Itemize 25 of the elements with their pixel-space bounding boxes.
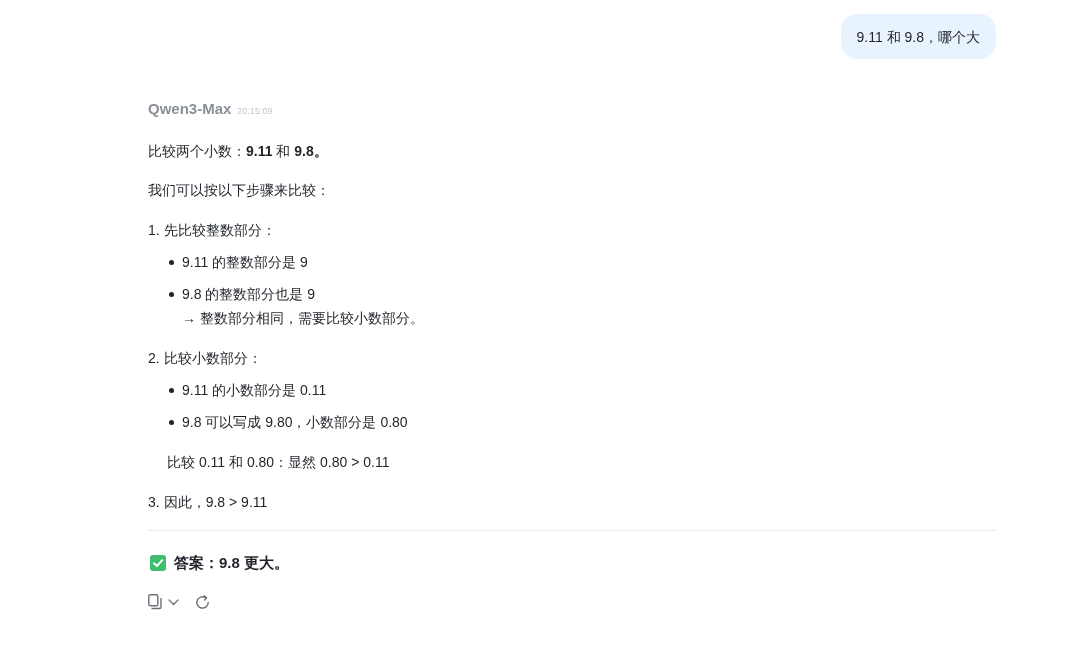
timestamp: 20:15:09 — [237, 105, 273, 118]
paragraph: 比较 0.11 和 0.80：显然 0.80 > 0.11 — [167, 453, 391, 472]
paragraph: 我们可以按以下步骤来比较： — [148, 181, 331, 200]
list-item-text: 比较小数部分： — [163, 349, 262, 368]
model-name: Qwen3-Max — [148, 99, 232, 119]
answer-text: 答案：9.8 更大。 — [174, 553, 290, 573]
bullet-text: 9.8 可以写成 9.80，小数部分是 0.80 — [182, 413, 408, 432]
check-icon — [150, 555, 166, 571]
bullet-icon — [169, 292, 174, 297]
paragraph: 比较两个小数：9.11 和 9.8。 — [148, 142, 329, 161]
bullet-icon — [169, 420, 174, 425]
bullet-text: 9.8 的整数部分也是 9 → 整数部分相同，需要比较小数部分。 — [182, 285, 424, 328]
copy-icon[interactable] — [148, 594, 162, 610]
list-item-text: 因此，9.8 > 9.11 — [163, 493, 268, 512]
bullet-icon — [169, 260, 174, 265]
list-number: 3. — [148, 493, 160, 512]
chevron-down-icon[interactable] — [168, 598, 179, 606]
bullet-text: 9.11 的小数部分是 0.11 — [182, 381, 327, 400]
list-number: 2. — [148, 349, 160, 368]
user-message: 9.11 和 9.8，哪个大 — [840, 14, 996, 59]
bullet-text: 9.11 的整数部分是 9 — [182, 253, 308, 272]
list-item-text: 先比较整数部分： — [163, 221, 276, 240]
bullet-icon — [169, 388, 174, 393]
refresh-icon[interactable] — [195, 594, 210, 610]
list-number: 1. — [148, 221, 160, 240]
